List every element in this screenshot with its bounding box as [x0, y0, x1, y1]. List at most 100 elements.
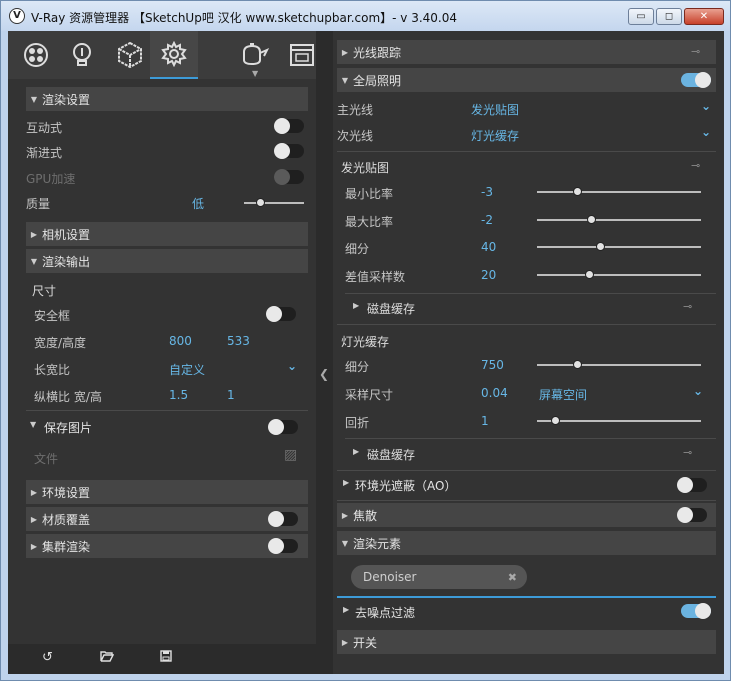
- bottom-toolbar: ↺: [8, 644, 316, 674]
- collapsed-triangle-icon: ▶: [341, 510, 349, 520]
- chevron-down-icon[interactable]: ⌄: [701, 125, 711, 139]
- settings-icon[interactable]: [150, 31, 198, 79]
- left-panel: ▼ ▼ 渲染设置 互动式 渐进式 GPU加速 质量 低 ▶ 相机设置 ▼ 渲染输…: [8, 31, 316, 674]
- reset-icon[interactable]: ↺: [42, 650, 53, 665]
- section-caustics[interactable]: ▶ 焦散: [337, 503, 716, 527]
- divider: [345, 438, 716, 439]
- primary-engine-select[interactable]: 发光贴图: [471, 101, 519, 118]
- lc-subdivs-label: 细分: [345, 360, 370, 374]
- section-raytrace[interactable]: ▶ 光线跟踪: [337, 40, 716, 64]
- lights-icon[interactable]: [58, 31, 106, 79]
- max-rate-value[interactable]: -2: [481, 213, 493, 227]
- lc-subdivs-value[interactable]: 750: [481, 358, 504, 372]
- max-rate-slider[interactable]: [537, 215, 701, 224]
- retrace-slider[interactable]: [537, 416, 701, 425]
- gi-toggle[interactable]: [681, 72, 711, 88]
- open-folder-icon[interactable]: [100, 650, 115, 666]
- ratio-height-value[interactable]: 1: [227, 388, 235, 402]
- aspect-select[interactable]: 自定义: [169, 361, 205, 378]
- collapsed-triangle-icon[interactable]: ▶: [343, 478, 349, 487]
- expanded-triangle-icon[interactable]: ▼: [30, 420, 36, 429]
- chevron-down-icon[interactable]: ⌄: [701, 99, 711, 113]
- subdivs-label: 细分: [345, 242, 370, 256]
- gpu-toggle: [274, 169, 304, 185]
- interp-samples-slider[interactable]: [537, 270, 701, 279]
- render-element-chip[interactable]: Denoiser ✖: [351, 565, 527, 589]
- section-gi[interactable]: ▼ 全局照明: [337, 68, 716, 92]
- pin-icon[interactable]: ⊸: [691, 45, 700, 58]
- subdivs-slider[interactable]: [537, 242, 701, 251]
- ratio-label: 纵横比 宽/高: [34, 390, 102, 404]
- section-switches[interactable]: ▶ 开关: [337, 630, 716, 654]
- save-icon[interactable]: [160, 650, 172, 666]
- denoiser-toggle[interactable]: [681, 603, 711, 619]
- quality-slider[interactable]: [244, 198, 304, 207]
- section-render-output[interactable]: ▼ 渲染输出: [26, 249, 308, 273]
- pin-icon[interactable]: ⊸: [683, 300, 692, 313]
- ao-toggle[interactable]: [677, 477, 707, 493]
- retrace-value[interactable]: 1: [481, 414, 489, 428]
- chevron-down-icon[interactable]: ⌄: [693, 384, 703, 398]
- accent-divider: [337, 596, 716, 598]
- render-dropdown-icon[interactable]: ▼: [252, 69, 258, 78]
- sample-size-value[interactable]: 0.04: [481, 386, 508, 400]
- title-bar[interactable]: V V-Ray 资源管理器 【SketchUp吧 汉化 www.sketchup…: [1, 1, 730, 31]
- irradiance-map-header: 发光贴图: [341, 161, 390, 175]
- panel-splitter[interactable]: ❮: [316, 31, 333, 674]
- interp-samples-value[interactable]: 20: [481, 268, 496, 282]
- secondary-engine-select[interactable]: 灯光缓存: [471, 127, 519, 144]
- pin-icon[interactable]: ⊸: [691, 159, 700, 172]
- lc-subdivs-slider[interactable]: [537, 360, 701, 369]
- height-value[interactable]: 533: [227, 334, 250, 348]
- window-title: V-Ray 资源管理器 【SketchUp吧 汉化 www.sketchupba…: [31, 11, 458, 25]
- min-rate-slider[interactable]: [537, 187, 701, 196]
- save-image-toggle[interactable]: [268, 419, 298, 435]
- divider: [345, 293, 716, 294]
- collapsed-triangle-icon[interactable]: ▶: [353, 447, 359, 456]
- minimize-button[interactable]: ▭: [628, 8, 654, 25]
- image-file-icon: ▨: [284, 447, 298, 463]
- section-title: 渲染设置: [42, 92, 91, 107]
- section-environment[interactable]: ▶ 环境设置: [26, 480, 308, 504]
- safe-frame-toggle[interactable]: [266, 306, 296, 322]
- collapse-left-icon[interactable]: ❮: [319, 367, 329, 381]
- geometry-icon[interactable]: [106, 31, 154, 79]
- primary-engine-label: 主光线: [337, 103, 374, 117]
- section-title: 渲染输出: [42, 254, 91, 269]
- sample-space-select[interactable]: 屏幕空间: [539, 386, 587, 403]
- section-title: 开关: [353, 635, 378, 650]
- collapsed-triangle-icon: ▶: [341, 47, 349, 57]
- light-cache-disk-cache-label: 磁盘缓存: [367, 448, 416, 462]
- section-render-elements[interactable]: ▼ 渲染元素: [337, 531, 716, 555]
- remove-icon[interactable]: ✖: [508, 571, 517, 584]
- subdivs-value[interactable]: 40: [481, 240, 496, 254]
- section-camera-settings[interactable]: ▶ 相机设置: [26, 222, 308, 246]
- asset-toolbar: ▼: [8, 31, 316, 79]
- irradiance-disk-cache-label: 磁盘缓存: [367, 302, 416, 316]
- interactive-toggle[interactable]: [274, 118, 304, 134]
- maximize-button[interactable]: ◻: [656, 8, 682, 25]
- width-height-label: 宽度/高度: [34, 336, 87, 350]
- swarm-toggle[interactable]: [268, 538, 298, 554]
- section-material-override[interactable]: ▶ 材质覆盖: [26, 507, 308, 531]
- collapsed-triangle-icon[interactable]: ▶: [353, 301, 359, 310]
- pin-icon[interactable]: ⊸: [683, 446, 692, 459]
- materials-icon[interactable]: [12, 31, 60, 79]
- caustics-toggle[interactable]: [677, 507, 707, 523]
- ratio-width-value[interactable]: 1.5: [169, 388, 188, 402]
- size-group-label: 尺寸: [32, 284, 57, 298]
- client-area: ▼ ▼ 渲染设置 互动式 渐进式 GPU加速 质量 低 ▶ 相机设置 ▼ 渲染输…: [8, 31, 724, 674]
- chevron-down-icon[interactable]: ⌄: [287, 359, 297, 373]
- divider: [26, 410, 308, 411]
- close-button[interactable]: ✕: [684, 8, 724, 25]
- section-swarm[interactable]: ▶ 集群渲染: [26, 534, 308, 558]
- quality-value: 低: [192, 197, 205, 211]
- divider: [337, 470, 716, 471]
- progressive-toggle[interactable]: [274, 143, 304, 159]
- section-render-settings[interactable]: ▼ 渲染设置: [26, 87, 308, 111]
- material-override-toggle[interactable]: [268, 511, 298, 527]
- collapsed-triangle-icon[interactable]: ▶: [343, 605, 349, 614]
- min-rate-label: 最小比率: [345, 187, 394, 201]
- width-value[interactable]: 800: [169, 334, 192, 348]
- min-rate-value[interactable]: -3: [481, 185, 493, 199]
